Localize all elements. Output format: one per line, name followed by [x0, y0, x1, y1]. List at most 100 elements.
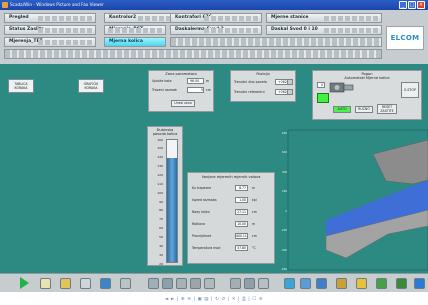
print-icon[interactable] [258, 278, 269, 289]
undo-icon[interactable] [230, 278, 241, 289]
table-row-unit: m [252, 186, 256, 190]
graficki-koraka-button[interactable]: GRAFIČKI KORAKA [78, 79, 104, 93]
estop-button[interactable]: E-STOP [401, 82, 419, 98]
world-icon[interactable] [396, 278, 407, 289]
gauge-title: Dubinska posuda kolica [152, 128, 178, 136]
dno-panela-select[interactable]: +0620 [275, 79, 293, 85]
gauge-tick-label: 80 [159, 208, 163, 213]
table-row-label: Provrijdimet [192, 234, 212, 238]
viewer-controls[interactable]: ◄ ► | ⊕ ⊖ | ▣ ▤ | ↻ ↺ | ✕ | ⎙ | ☐ ⊘ [0, 296, 428, 304]
nav-empty-row-2 [4, 49, 382, 59]
table-row-label: Ku trapezne [192, 186, 212, 190]
pogon-panel: Pogon Automatski Mjerne kolice 0 AUTO RU… [312, 70, 422, 120]
table-row-label: Temperatura mod [192, 246, 221, 250]
copy-icon[interactable] [190, 278, 201, 289]
gauge-tick-label: 30 [159, 252, 163, 257]
globe-icon[interactable] [376, 278, 387, 289]
table-row-value: 37.80 [235, 245, 248, 251]
cut-icon[interactable] [176, 278, 187, 289]
grid-icon[interactable] [284, 278, 295, 289]
table-row-unit: kpi [252, 198, 257, 202]
gauge-tick-label: 130 [157, 164, 163, 169]
play-icon[interactable] [20, 277, 29, 289]
pozicija-title: Pozicija [256, 72, 270, 76]
auto-button[interactable]: AUTO [333, 106, 351, 113]
gauge-tick-label: 90 [159, 199, 163, 204]
nav-mjerenja-rst[interactable]: Mjerenja_RST [104, 25, 166, 35]
kota-input[interactable]: 96.00 [187, 78, 204, 84]
redo-icon[interactable] [244, 278, 255, 289]
razmak-input[interactable]: 5 [187, 87, 204, 93]
nav-mjerenja-tet[interactable]: Mjerenja_TET [4, 37, 96, 47]
window-controls: _ □ × [399, 1, 425, 9]
pan-icon[interactable] [162, 278, 173, 289]
nav-kontrafori[interactable]: Kontrafori 676 [170, 13, 262, 23]
table-row: Temperatura mod 37.80 °C [192, 245, 274, 253]
gauge-tick-label: 110 [157, 181, 163, 186]
table-row-label: Ispred razmaka [192, 198, 217, 202]
unesi-zona-button[interactable]: Unesi zona [171, 100, 195, 107]
status-green-indicator [317, 93, 329, 103]
pozicija-select1-label: Trenutni dno panela [234, 80, 267, 84]
exit-icon[interactable] [414, 278, 425, 289]
referentni-select[interactable]: +0620 [275, 89, 293, 95]
table-row-value: 27.11 [235, 209, 248, 215]
gauge-tick-label: 150 [157, 146, 163, 151]
paste-icon[interactable] [204, 278, 215, 289]
table-row-value: 400.11 [235, 233, 248, 239]
table-row-unit: cm [252, 210, 257, 214]
nav-daskal-svod[interactable]: Daskal Svod 0 i 10 [266, 25, 382, 35]
nav-status-zaslita[interactable]: Status Zaslita [4, 25, 96, 35]
motor-icon [329, 82, 354, 93]
sync-icon[interactable] [300, 278, 311, 289]
profile-chart: 800 600 400 200 0 -200 -400 -600 [278, 126, 428, 272]
settings-icon[interactable] [336, 278, 347, 289]
graph-icon[interactable] [80, 278, 91, 289]
gauge-tick-label: 140 [157, 155, 163, 160]
gauge-tick-label: 50 [159, 234, 163, 239]
nav-mjerne-stanice[interactable]: Mjerne stanice [266, 13, 382, 23]
zona-field2-unit: cm [206, 88, 211, 92]
zona-field1-label: Upisite kota [152, 79, 172, 83]
table-row-unit: °C [252, 246, 256, 250]
tablica-koraka-button[interactable]: TABLICA KORAKA [8, 79, 34, 93]
folder-icon[interactable] [60, 278, 71, 289]
close-button[interactable]: × [417, 1, 425, 9]
app-icon [2, 2, 8, 8]
nav-mjerna-kolica[interactable]: Mjerna kolica [104, 37, 166, 47]
nav-panel: Pregled Kontrolor2 Kontrafori 676 Mjerne… [0, 10, 428, 64]
table-row-unit: cm [252, 234, 257, 238]
pogon-input[interactable]: 0 [317, 82, 325, 88]
pozicija-select2-label: Trenutni referentni [234, 90, 265, 94]
gauge-tick-label: 40 [159, 243, 163, 248]
logo-text: ELCOM [390, 34, 420, 42]
maximize-button[interactable]: □ [408, 1, 416, 9]
table-row-value: 1.00 [235, 197, 248, 203]
save-icon[interactable] [316, 278, 327, 289]
gauge-tube [166, 139, 178, 263]
minimize-button[interactable]: _ [399, 1, 407, 9]
gauge-tick-label: 100 [157, 190, 163, 195]
zona-field2-label: Trazeni razmak [152, 88, 177, 92]
gauge-scale: 160 150 140 130 120 110 100 90 80 70 60 50 40 30 20 [151, 138, 164, 266]
window-titlebar: Scada/Win - Windows Picture and Fax View… [0, 0, 428, 10]
reset-zastite-button[interactable]: RESET ZASTITE [377, 104, 397, 114]
help-icon[interactable] [356, 278, 367, 289]
gauge-tick-label: 60 [159, 226, 163, 231]
table-row: Ispred razmaka 1.00 kpi [192, 197, 274, 205]
zoom-icon[interactable] [148, 278, 159, 289]
table-row: Noey kolen 27.11 cm [192, 209, 274, 217]
window-title: Scada/Win - Windows Picture and Fax View… [10, 2, 104, 7]
nav-daskalerma-svod2[interactable]: Daskalerma Svod 2 [170, 25, 262, 35]
depth-gauge: Dubinska posuda kolica 160 150 140 130 120 11… [147, 126, 183, 266]
elcom-logo: ELCOM [386, 26, 424, 50]
rucno-button[interactable]: RUCNO [355, 106, 373, 113]
table-row: Ku trapezne 8.77 m [192, 185, 274, 193]
chart-icon[interactable] [100, 278, 111, 289]
list-icon[interactable] [120, 278, 131, 289]
nav-pregled[interactable]: Pregled [4, 13, 96, 23]
gauge-tick-label: 70 [159, 217, 163, 222]
note-icon[interactable] [40, 278, 51, 289]
gauge-tick-label: 120 [157, 172, 163, 177]
measurement-table: Vanjsne mjerenih mjernih valova Ku trape… [187, 172, 275, 264]
